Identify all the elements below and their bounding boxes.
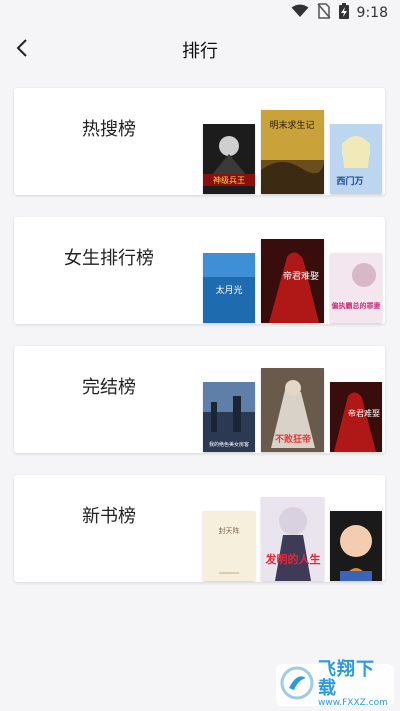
page-title: 排行 bbox=[182, 41, 218, 62]
watermark-url: www.FXXZ.com bbox=[318, 698, 388, 709]
wifi-icon bbox=[291, 4, 309, 22]
svg-text:发明的人生: 发明的人生 bbox=[265, 552, 321, 566]
ranking-card-label: 完结榜 bbox=[82, 377, 136, 398]
svg-text:封天阵: 封天阵 bbox=[219, 526, 240, 535]
svg-text:明末求生记: 明末求生记 bbox=[269, 119, 314, 131]
ranking-card-label: 热搜榜 bbox=[82, 119, 136, 140]
book-cover: 我的绝色美女房客 bbox=[203, 382, 255, 452]
ranking-card-new-books[interactable]: 新书榜 封天阵 发明的人生 bbox=[14, 475, 385, 582]
svg-text:太月光: 太月光 bbox=[215, 284, 242, 296]
watermark-logo-icon bbox=[280, 666, 314, 704]
watermark-brand: 飞翔下载 bbox=[318, 659, 375, 700]
status-bar: 9:18 bbox=[0, 0, 400, 26]
site-watermark: 飞翔下载 www.FXXZ.com bbox=[276, 659, 394, 709]
book-cover: 不败狂帝 bbox=[261, 368, 324, 452]
svg-text:帝君难娶: 帝君难娶 bbox=[348, 408, 380, 418]
svg-text:西门万: 西门万 bbox=[336, 175, 363, 187]
book-cover: 封天阵 bbox=[203, 511, 255, 581]
book-cover: 帝君难娶 bbox=[261, 239, 324, 323]
battery-charging-icon bbox=[338, 3, 349, 23]
back-button[interactable] bbox=[6, 34, 38, 66]
svg-text:帝君难娶: 帝君难娶 bbox=[283, 270, 319, 282]
book-cover: 发明的人生 bbox=[261, 497, 324, 581]
ranking-card-label: 新书榜 bbox=[82, 506, 136, 527]
book-cover bbox=[330, 511, 382, 581]
book-cover: 偏执霸总的罪妻 bbox=[330, 253, 382, 323]
clock: 9:18 bbox=[356, 5, 388, 21]
svg-text:不败狂帝: 不败狂帝 bbox=[275, 433, 311, 445]
no-sim-icon bbox=[316, 3, 331, 23]
book-cover: 太月光 bbox=[203, 253, 255, 323]
chevron-left-icon bbox=[16, 38, 28, 62]
svg-text:神级兵王: 神级兵王 bbox=[213, 175, 245, 185]
ranking-card-label: 女生排行榜 bbox=[64, 248, 154, 269]
ranking-card-female[interactable]: 女生排行榜 太月光 帝君难娶 偏执霸总的罪妻 bbox=[14, 217, 385, 324]
ranking-card-completed[interactable]: 完结榜 我的绝色美女房客 不败狂帝 帝君难娶 bbox=[14, 346, 385, 453]
book-cover: 明末求生记 bbox=[261, 110, 324, 194]
svg-text:我的绝色美女房客: 我的绝色美女房客 bbox=[209, 441, 249, 448]
header-bar: 排行 bbox=[0, 26, 400, 74]
ranking-card-hot-search[interactable]: 热搜榜 神级兵王 明末求生记 西门万 bbox=[14, 88, 385, 195]
svg-text:偏执霸总的罪妻: 偏执霸总的罪妻 bbox=[332, 301, 381, 310]
book-cover: 西门万 bbox=[330, 124, 382, 194]
book-cover: 帝君难娶 bbox=[330, 382, 382, 452]
book-cover: 神级兵王 bbox=[203, 124, 255, 194]
